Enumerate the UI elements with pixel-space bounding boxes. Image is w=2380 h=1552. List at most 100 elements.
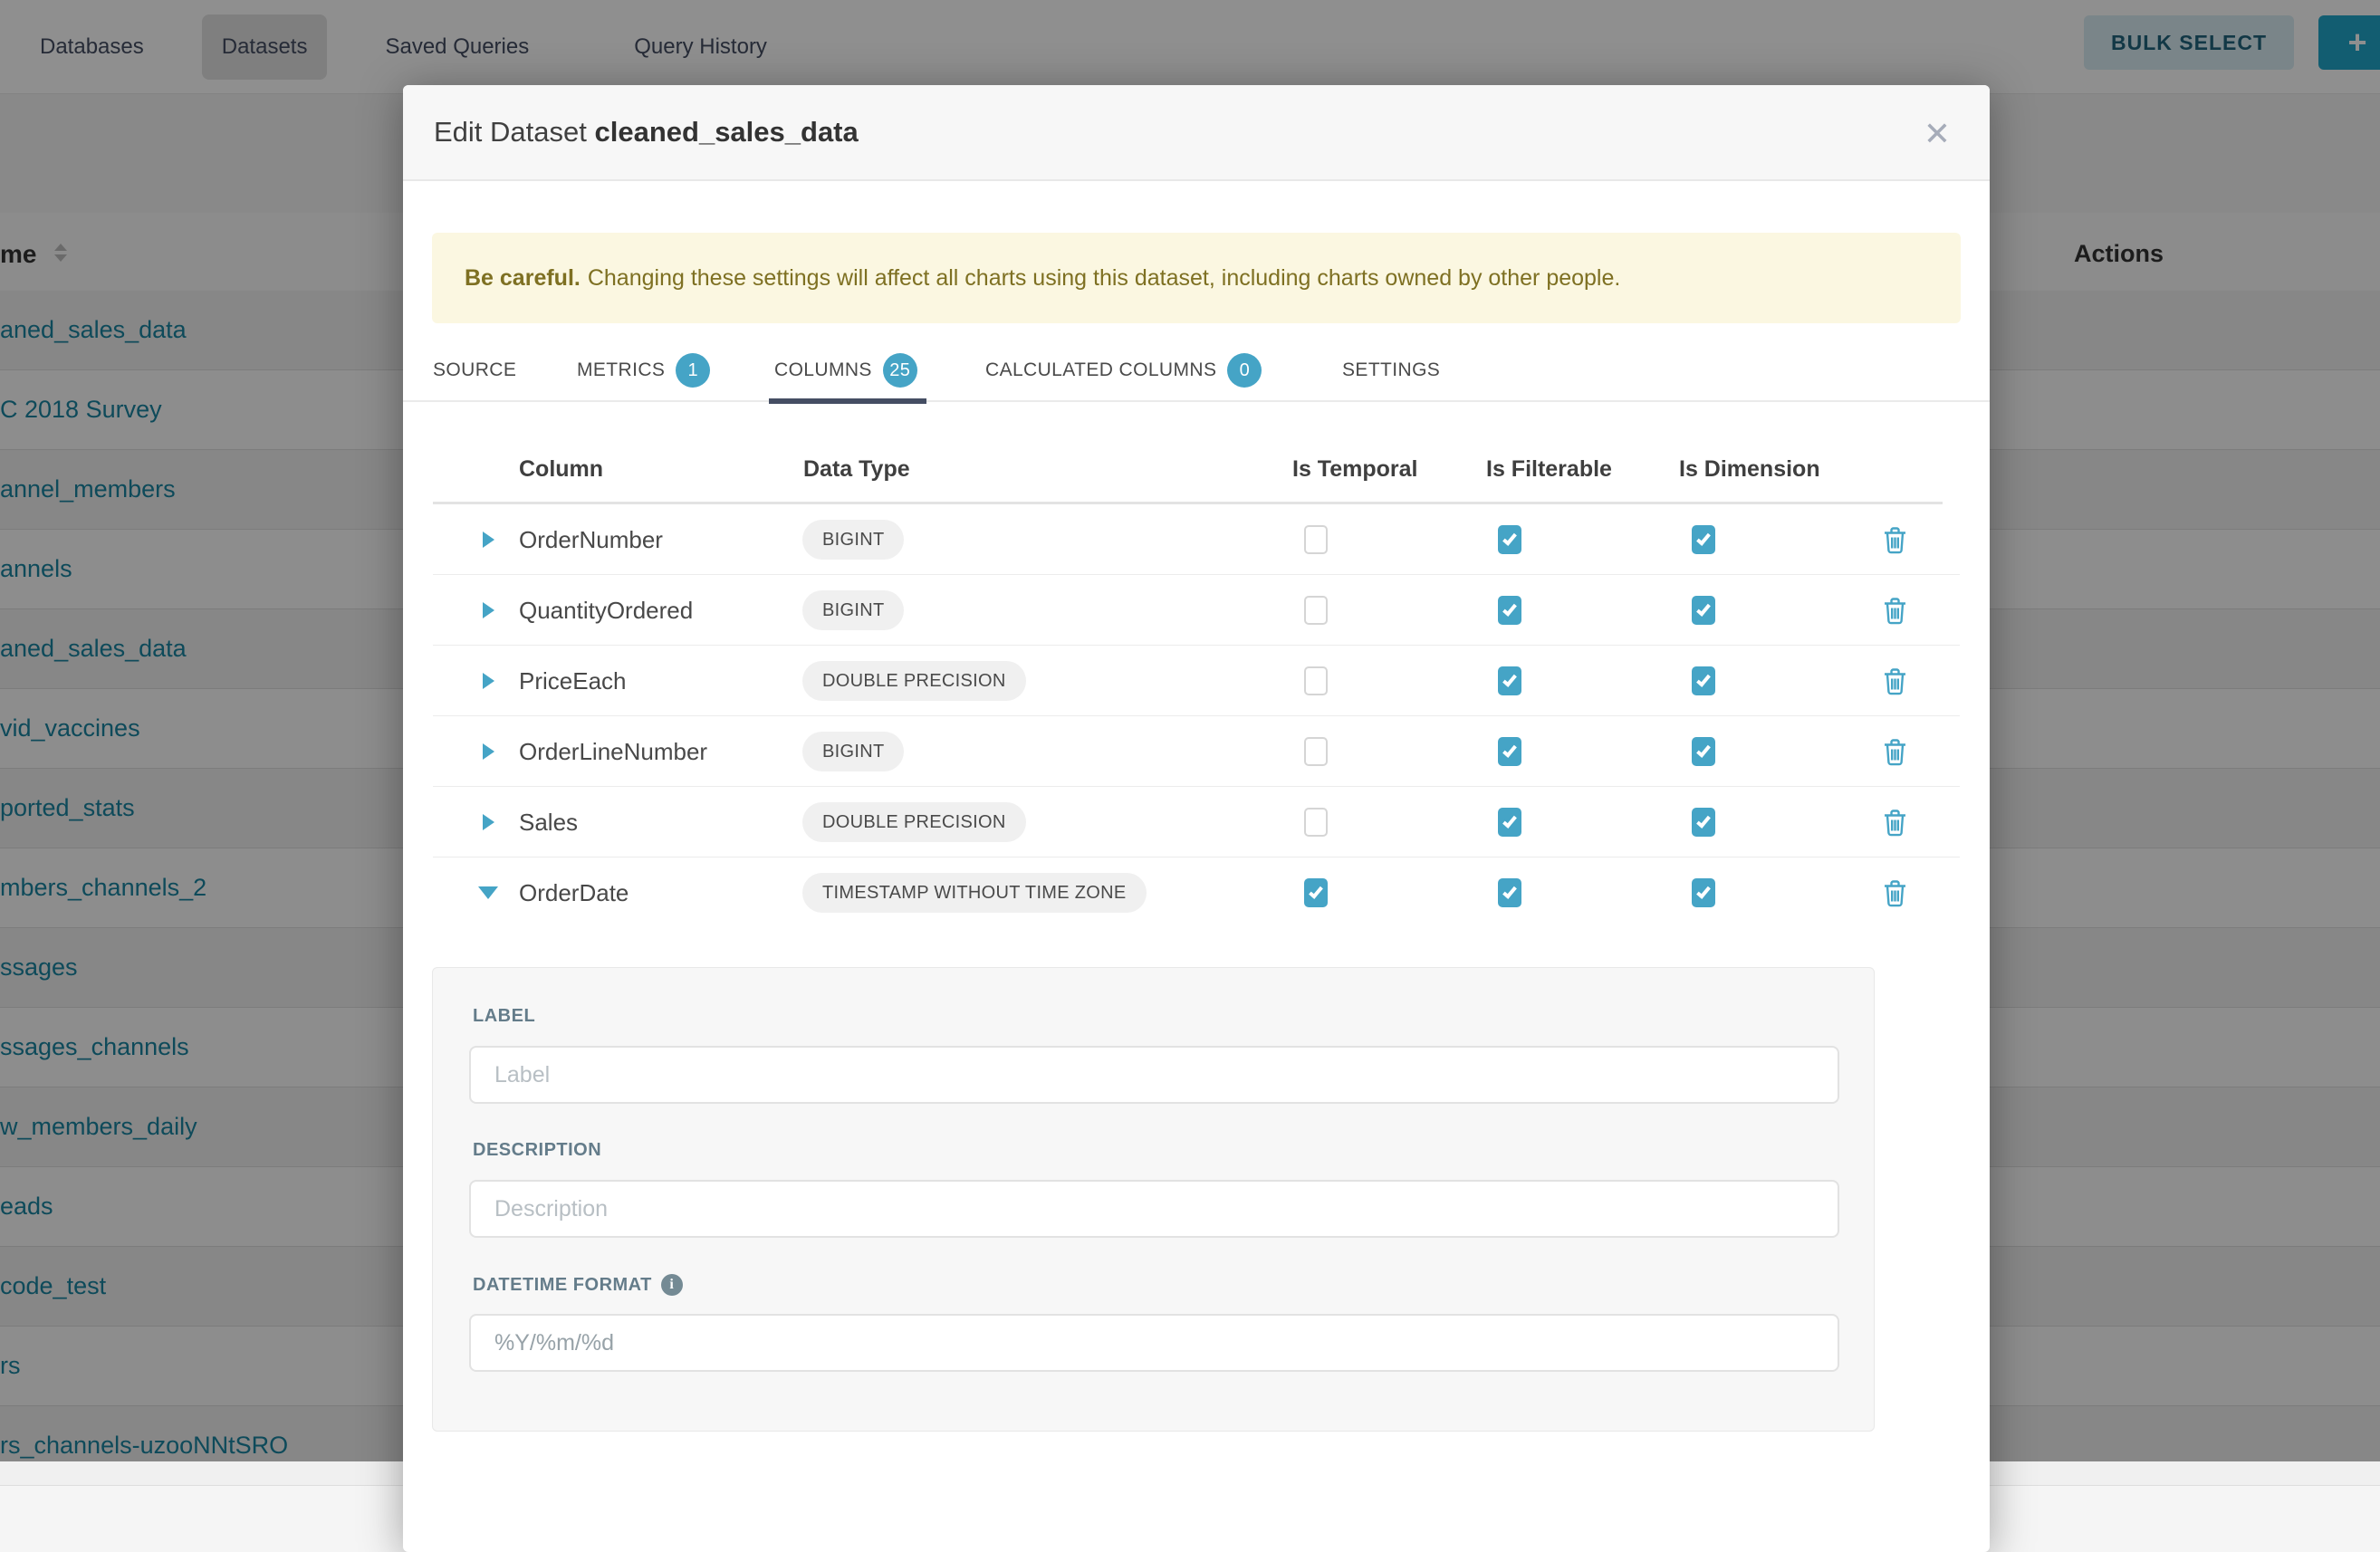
- is-temporal-checkbox-cell: [1304, 646, 1328, 716]
- expand-caret-icon[interactable]: [475, 716, 502, 787]
- is-filterable-checkbox[interactable]: [1498, 878, 1521, 907]
- collapse-caret-icon[interactable]: [475, 857, 502, 928]
- tab-source[interactable]: SOURCE: [433, 339, 516, 402]
- is-dimension-checkbox[interactable]: [1692, 737, 1715, 766]
- check-icon: [1502, 884, 1517, 899]
- is-dimension-checkbox[interactable]: [1692, 525, 1715, 554]
- columns-header-is-filterable: Is Filterable: [1486, 456, 1612, 483]
- data-type-pill: DOUBLE PRECISION: [802, 661, 1026, 701]
- is-temporal-checkbox[interactable]: [1304, 596, 1328, 625]
- expand-caret-icon[interactable]: [475, 575, 502, 646]
- tab-columns[interactable]: COLUMNS 25: [774, 339, 917, 402]
- trash-icon[interactable]: [1883, 738, 1907, 766]
- delete-column-button[interactable]: [1881, 646, 1908, 716]
- modal-tabs: SOURCE METRICS 1 COLUMNS 25 CALCULATED COLUMN…: [403, 339, 1990, 402]
- trash-icon[interactable]: [1883, 809, 1907, 837]
- tab-count-badge: 25: [883, 353, 917, 388]
- column-row-orderdate: OrderDateTIMESTAMP WITHOUT TIME ZONE: [433, 857, 1960, 928]
- caret-right-icon: [483, 602, 494, 618]
- delete-column-button[interactable]: [1881, 575, 1908, 646]
- column-row-priceeach: PriceEach DOUBLE PRECISION: [433, 646, 1960, 716]
- column-data-type: DOUBLE PRECISION: [802, 646, 1026, 716]
- is-filterable-checkbox-cell: [1498, 857, 1521, 928]
- check-icon: [1309, 884, 1323, 899]
- check-icon: [1502, 531, 1517, 546]
- tab-metrics[interactable]: METRICS 1: [577, 339, 710, 402]
- data-type-pill: BIGINT: [802, 732, 904, 771]
- delete-column-button[interactable]: [1881, 857, 1908, 928]
- column-data-type: BIGINT: [802, 575, 904, 646]
- warning-bold-text: Be careful.: [465, 265, 581, 292]
- caret-down-icon: [478, 886, 498, 899]
- delete-column-button[interactable]: [1881, 504, 1908, 575]
- description-field-label: DESCRIPTION: [473, 1140, 601, 1161]
- is-temporal-checkbox[interactable]: [1304, 878, 1328, 907]
- is-dimension-checkbox[interactable]: [1692, 666, 1715, 695]
- tab-label: CALCULATED COLUMNS: [985, 359, 1216, 381]
- close-icon[interactable]: ✕: [1917, 114, 1957, 154]
- is-filterable-checkbox[interactable]: [1498, 737, 1521, 766]
- tab-label: METRICS: [577, 359, 665, 381]
- tab-count-badge: 0: [1227, 353, 1262, 388]
- column-row-quantityordered: QuantityOrdered BIGINT: [433, 575, 1960, 646]
- edit-dataset-modal: Edit Dataset cleaned_sales_data ✕ Be car…: [403, 85, 1990, 1552]
- is-temporal-checkbox[interactable]: [1304, 666, 1328, 695]
- is-filterable-checkbox-cell: [1498, 646, 1521, 716]
- tab-count-badge: 1: [676, 353, 710, 388]
- caret-right-icon: [483, 532, 494, 548]
- trash-icon[interactable]: [1883, 667, 1907, 695]
- trash-icon[interactable]: [1883, 597, 1907, 625]
- is-dimension-checkbox-cell: [1692, 716, 1715, 787]
- trash-icon[interactable]: [1883, 526, 1907, 554]
- data-type-pill: DOUBLE PRECISION: [802, 802, 1026, 842]
- caret-right-icon: [483, 673, 494, 689]
- column-name: QuantityOrdered: [519, 575, 693, 646]
- is-filterable-checkbox[interactable]: [1498, 666, 1521, 695]
- is-dimension-checkbox[interactable]: [1692, 808, 1715, 837]
- delete-column-button[interactable]: [1881, 787, 1908, 857]
- column-name: OrderNumber: [519, 504, 663, 575]
- is-temporal-checkbox-cell: [1304, 787, 1328, 857]
- is-temporal-checkbox[interactable]: [1304, 808, 1328, 837]
- column-row-orderlinenumber: OrderLineNumber BIGINT: [433, 716, 1960, 787]
- columns-table-header: ColumnData TypeIs TemporalIs FilterableI…: [403, 440, 1990, 503]
- is-dimension-checkbox-cell: [1692, 857, 1715, 928]
- expand-caret-icon[interactable]: [475, 504, 502, 575]
- is-temporal-checkbox[interactable]: [1304, 525, 1328, 554]
- is-filterable-checkbox[interactable]: [1498, 525, 1521, 554]
- data-type-pill: BIGINT: [802, 520, 904, 560]
- tab-label: SETTINGS: [1342, 359, 1440, 381]
- delete-column-button[interactable]: [1881, 716, 1908, 787]
- datetime-format-input[interactable]: [469, 1314, 1839, 1372]
- label-input[interactable]: [469, 1046, 1839, 1104]
- tab-settings[interactable]: SETTINGS: [1342, 339, 1440, 402]
- column-name: OrderDate: [519, 857, 629, 928]
- check-icon: [1502, 813, 1517, 829]
- is-filterable-checkbox-cell: [1498, 716, 1521, 787]
- is-dimension-checkbox[interactable]: [1692, 878, 1715, 907]
- description-input[interactable]: [469, 1180, 1839, 1238]
- is-filterable-checkbox[interactable]: [1498, 596, 1521, 625]
- check-icon: [1502, 601, 1517, 617]
- expand-caret-icon[interactable]: [475, 646, 502, 716]
- is-temporal-checkbox[interactable]: [1304, 737, 1328, 766]
- is-filterable-checkbox-cell: [1498, 787, 1521, 857]
- info-icon[interactable]: i: [661, 1274, 683, 1296]
- warning-banner: Be careful. Changing these settings will…: [432, 233, 1961, 323]
- trash-icon[interactable]: [1883, 879, 1907, 907]
- expand-caret-icon[interactable]: [475, 787, 502, 857]
- data-type-pill: BIGINT: [802, 590, 904, 630]
- is-filterable-checkbox[interactable]: [1498, 808, 1521, 837]
- column-name: PriceEach: [519, 646, 627, 716]
- column-row-sales: SalesDOUBLE PRECISION: [433, 787, 1960, 857]
- check-icon: [1696, 672, 1711, 687]
- tab-label: COLUMNS: [774, 359, 872, 381]
- column-name: OrderLineNumber: [519, 716, 707, 787]
- columns-header-column: Column: [519, 456, 603, 483]
- is-temporal-checkbox-cell: [1304, 716, 1328, 787]
- check-icon: [1696, 601, 1711, 617]
- modal-title-dataset-name: cleaned_sales_data: [595, 116, 859, 148]
- tab-calculated-columns[interactable]: CALCULATED COLUMNS 0: [985, 339, 1262, 402]
- is-dimension-checkbox-cell: [1692, 646, 1715, 716]
- is-dimension-checkbox[interactable]: [1692, 596, 1715, 625]
